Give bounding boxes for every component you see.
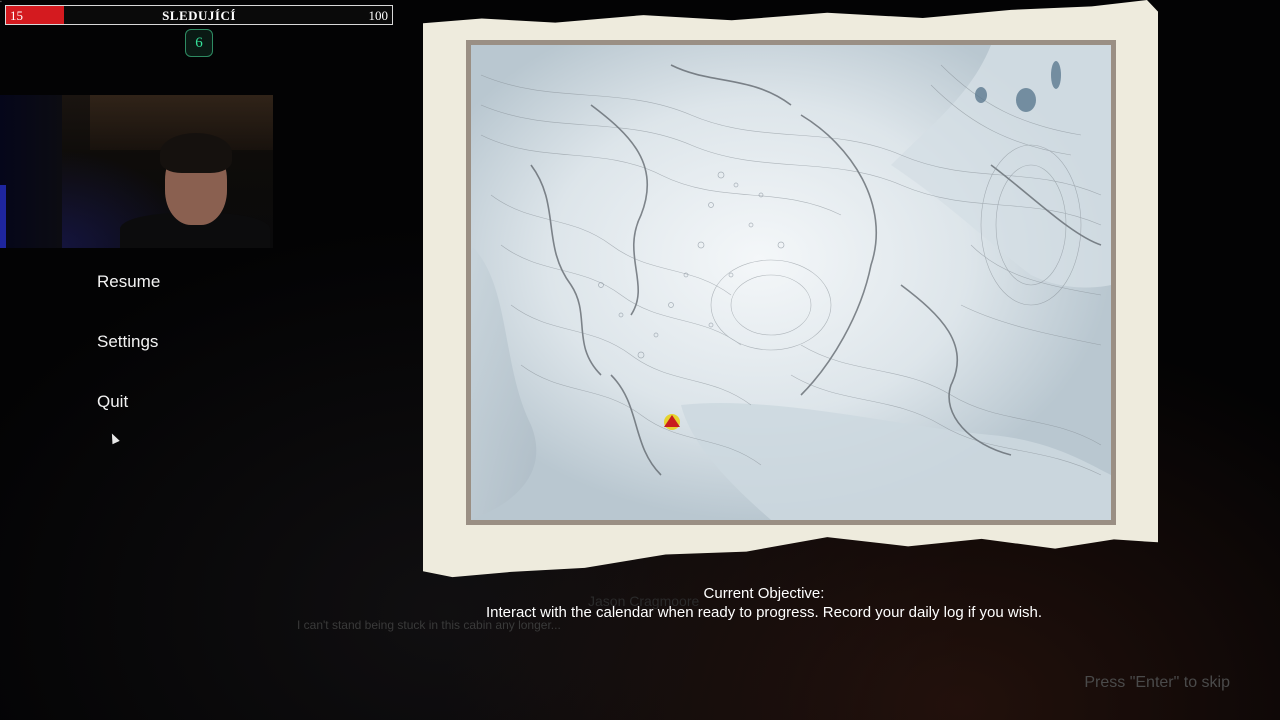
follower-goal-label: SLEDUJÍCÍ xyxy=(162,8,236,23)
follower-goal-bar: 15 SLEDUJÍCÍ 100 xyxy=(5,5,393,25)
webcam-feed xyxy=(0,95,273,248)
game-screen: ▪ 15 SLEDUJÍCÍ 100 6 Resume Settings Qui… xyxy=(0,0,1280,720)
quit-button[interactable]: Quit xyxy=(97,390,160,414)
settings-button[interactable]: Settings xyxy=(97,330,160,354)
counter-badge: 6 xyxy=(185,29,213,57)
corner-mark: ▪ xyxy=(0,0,2,5)
objective-title: Current Objective: xyxy=(703,585,825,602)
topographic-map xyxy=(471,45,1111,520)
player-location-marker xyxy=(664,414,680,430)
skip-hint[interactable]: Press "Enter" to skip xyxy=(1084,674,1230,692)
objective-text: Interact with the calendar when ready to… xyxy=(485,604,1043,621)
follower-goal-target: 100 xyxy=(368,8,389,23)
resume-button[interactable]: Resume xyxy=(97,270,160,294)
pause-menu: Resume Settings Quit xyxy=(97,270,160,450)
